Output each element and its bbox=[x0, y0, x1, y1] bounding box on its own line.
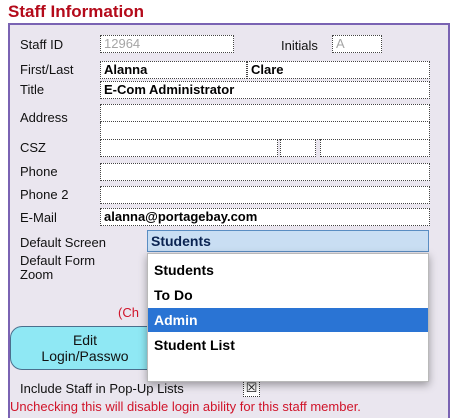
include-popup-label: Include Staff in Pop-Up Lists bbox=[20, 381, 184, 396]
city-field[interactable] bbox=[100, 139, 278, 157]
title-field[interactable]: E-Com Administrator bbox=[100, 81, 430, 99]
default-screen-dropdown-menu: Students To Do Admin Student List bbox=[147, 253, 429, 382]
menu-item-admin[interactable]: Admin bbox=[148, 308, 428, 332]
edit-button-line1: Edit bbox=[72, 332, 98, 348]
address-line1-field[interactable] bbox=[100, 104, 430, 122]
state-field[interactable] bbox=[280, 139, 316, 157]
edit-button-line2: Login/Passwo bbox=[41, 348, 129, 364]
menu-item-student-list[interactable]: Student List bbox=[148, 333, 428, 357]
edit-login-password-button[interactable]: Edit Login/Passwo bbox=[10, 326, 160, 370]
csz-label: CSZ bbox=[20, 140, 46, 155]
staff-id-label: Staff ID bbox=[20, 37, 64, 52]
initials-field[interactable]: A bbox=[332, 35, 382, 53]
default-form-zoom-label: Default Form Zoom bbox=[20, 254, 95, 282]
default-form-zoom-label-line1: Default Form bbox=[20, 253, 96, 268]
phone-field[interactable] bbox=[100, 163, 430, 181]
first-name-field[interactable]: Alanna bbox=[100, 61, 247, 79]
default-screen-label: Default Screen bbox=[20, 235, 106, 250]
initials-label: Initials bbox=[281, 38, 318, 53]
phone2-label: Phone 2 bbox=[20, 187, 69, 202]
menu-item-students[interactable]: Students bbox=[148, 258, 428, 282]
menu-item-to-do[interactable]: To Do bbox=[148, 283, 428, 307]
staff-id-field[interactable]: 12964 bbox=[100, 35, 234, 53]
change-hint-text: (Ch bbox=[118, 305, 139, 320]
section-title: Staff Information bbox=[8, 2, 144, 21]
first-last-label: First/Last bbox=[20, 62, 74, 77]
include-popup-checkbox[interactable]: ☒ bbox=[243, 380, 260, 397]
address-line2-field[interactable] bbox=[100, 122, 430, 140]
phone2-field[interactable] bbox=[100, 186, 430, 204]
zip-field[interactable] bbox=[320, 139, 430, 157]
email-label: E-Mail bbox=[20, 210, 57, 225]
title-label: Title bbox=[20, 82, 45, 97]
last-name-field[interactable]: Clare bbox=[247, 61, 430, 79]
default-form-zoom-label-line2: Zoom bbox=[20, 267, 54, 282]
address-label: Address bbox=[20, 110, 68, 125]
default-screen-select[interactable]: Students bbox=[147, 230, 429, 252]
phone-label: Phone bbox=[20, 164, 58, 179]
login-warning-text: Unchecking this will disable login abili… bbox=[10, 399, 361, 414]
email-field[interactable]: alanna@portagebay.com bbox=[100, 208, 430, 226]
